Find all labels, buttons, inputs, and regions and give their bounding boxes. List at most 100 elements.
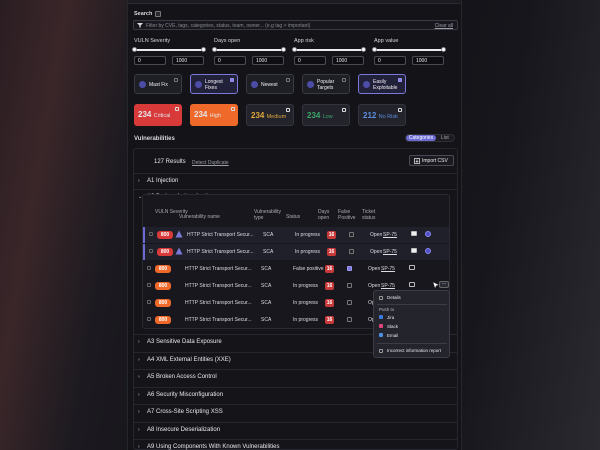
days-open-badge: 16 — [325, 316, 334, 324]
menu-details[interactable]: Details — [387, 295, 401, 300]
false-positive-checkbox[interactable] — [347, 266, 352, 271]
false-positive-checkbox[interactable] — [349, 232, 354, 237]
comment-icon[interactable] — [409, 282, 415, 287]
range-min-handle[interactable] — [292, 47, 297, 52]
menu-jira[interactable]: Jira — [387, 315, 394, 320]
comment-icon[interactable] — [411, 231, 417, 236]
severity-checkbox[interactable] — [286, 108, 290, 112]
false-positive-checkbox[interactable] — [347, 300, 352, 305]
search-toggle[interactable] — [155, 11, 161, 17]
category-group-title: A5 Broken Access Control — [147, 374, 217, 380]
severity-checkbox[interactable] — [175, 107, 179, 111]
view-toggle[interactable]: Categories List — [405, 134, 455, 142]
range-min-handle[interactable] — [212, 47, 217, 52]
days-open-badge: 16 — [325, 265, 334, 273]
clear-all-link[interactable]: Clear all — [435, 23, 453, 29]
false-positive-checkbox[interactable] — [349, 249, 354, 254]
severity-card[interactable]: 234 Medium — [246, 104, 294, 126]
table-row[interactable]: 800 HTTP Strict Transport Secur... SCA Fals… — [143, 261, 449, 277]
menu-email[interactable]: Email — [387, 333, 398, 338]
category-group-row[interactable]: › A8 Insecure Deserialization — [134, 421, 457, 436]
range-max-handle[interactable] — [361, 47, 366, 52]
range-slider[interactable] — [212, 47, 286, 52]
quick-filter-checkbox[interactable] — [398, 78, 402, 82]
category-group-row[interactable]: › A5 Broken Access Control — [134, 369, 457, 383]
category-group-row[interactable]: › A6 Security Misconfiguration — [134, 386, 457, 401]
menu-incorrect-report[interactable]: Incorrect information report — [387, 348, 441, 353]
range-max-input[interactable]: 1000 — [172, 56, 204, 65]
range-min-input[interactable]: 0 — [374, 56, 406, 65]
severity-score-badge: 800 — [155, 316, 171, 324]
import-csv-button[interactable]: Import CSV — [409, 155, 454, 166]
range-min-input[interactable]: 0 — [214, 56, 246, 65]
range-slider[interactable] — [132, 47, 206, 52]
row-context-menu: Details Push to Jira Slack Email Incorre… — [373, 290, 450, 358]
severity-number: 234 — [251, 111, 265, 120]
assignee-avatar[interactable] — [425, 248, 431, 254]
days-open-badge: 16 — [327, 231, 336, 239]
quick-filter-checkbox[interactable] — [174, 78, 178, 82]
range-max-handle[interactable] — [281, 47, 286, 52]
range-min-handle[interactable] — [132, 47, 137, 52]
quick-filter-checkbox[interactable] — [286, 78, 290, 82]
range-slider[interactable] — [292, 47, 366, 52]
range-min-input[interactable]: 0 — [134, 56, 166, 65]
severity-number: 234 — [307, 111, 321, 120]
ticket-link[interactable]: SP-75 — [383, 249, 397, 255]
email-icon — [379, 333, 383, 337]
comment-icon[interactable] — [409, 265, 415, 270]
range-max-input[interactable]: 1000 — [252, 56, 284, 65]
severity-card[interactable]: 212 No Risk — [358, 104, 406, 126]
tab-categories[interactable]: Categories — [406, 135, 436, 141]
row-checkbox[interactable] — [147, 317, 151, 321]
false-positive-checkbox[interactable] — [347, 283, 352, 288]
range-min-input[interactable]: 0 — [294, 56, 326, 65]
category-group-title: A6 Security Misconfiguration — [147, 391, 224, 398]
row-checkbox[interactable] — [147, 266, 151, 270]
severity-checkbox[interactable] — [342, 108, 346, 112]
ticket-link[interactable]: SP-75 — [381, 266, 395, 272]
row-checkbox[interactable] — [147, 300, 151, 304]
false-positive-checkbox[interactable] — [347, 317, 352, 322]
range-max-input[interactable]: 1000 — [412, 56, 444, 65]
range-min-handle[interactable] — [372, 47, 377, 52]
ticket-link[interactable]: SP-75 — [381, 283, 395, 289]
range-max-handle[interactable] — [441, 47, 446, 52]
category-group-row[interactable]: › A9 Using Components With Known Vulnerab… — [134, 439, 457, 450]
range-max-handle[interactable] — [201, 47, 206, 52]
quick-filter-card[interactable]: Easily Exploitable — [358, 74, 406, 94]
severity-card[interactable]: 234 Low — [302, 104, 350, 126]
cell-name: HTTP Strict Transport Secur... — [185, 300, 252, 306]
quick-filter-card[interactable]: Longest Fixes — [190, 74, 238, 94]
quick-filter-card[interactable]: Newest — [246, 74, 294, 94]
row-checkbox[interactable] — [149, 249, 153, 253]
severity-card[interactable]: 234 Critical — [134, 104, 182, 126]
row-more-button[interactable]: ··· — [439, 281, 449, 288]
severity-checkbox[interactable] — [398, 108, 402, 112]
tab-list[interactable]: List — [441, 135, 449, 141]
th-status: Status — [286, 214, 301, 220]
cell-type: SCA — [261, 283, 272, 289]
th-false-positive: False Positive — [338, 209, 356, 221]
row-checkbox[interactable] — [147, 283, 151, 287]
comment-icon[interactable] — [411, 248, 417, 253]
quick-filter-card[interactable]: Mast Fix — [134, 74, 182, 94]
table-row[interactable]: 800 HTTP Strict Transport Secur... SCA In p… — [143, 227, 449, 243]
category-group-row[interactable]: › A7 Cross-Site Scripting XSS — [134, 404, 457, 418]
assignee-avatar[interactable] — [425, 231, 431, 237]
severity-score-badge: 800 — [157, 248, 173, 256]
range-max-input[interactable]: 1000 — [332, 56, 364, 65]
quick-filter-checkbox[interactable] — [342, 78, 346, 82]
severity-card[interactable]: 234 High — [190, 104, 238, 126]
severity-checkbox[interactable] — [231, 107, 235, 111]
menu-slack[interactable]: Slack — [387, 324, 398, 329]
quick-filter-checkbox[interactable] — [230, 78, 234, 82]
detect-duplicate-link[interactable]: Detect Duplicate — [192, 160, 229, 166]
search-input[interactable]: Filter by CVE, tags, categories, status,… — [133, 20, 458, 30]
row-checkbox[interactable] — [149, 232, 153, 236]
table-row[interactable]: 800 HTTP Strict Transport Secur... SCA In p… — [143, 244, 449, 260]
category-group-row[interactable]: › A1 Injection — [134, 173, 457, 187]
range-slider[interactable] — [372, 47, 446, 52]
ticket-link[interactable]: SP-75 — [383, 232, 397, 238]
quick-filter-card[interactable]: Popular Targets — [302, 74, 350, 94]
